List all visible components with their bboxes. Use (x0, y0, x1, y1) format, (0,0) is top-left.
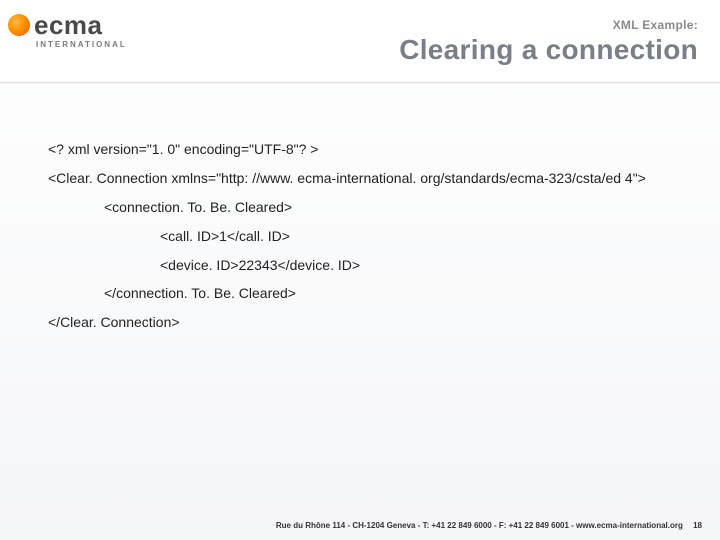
logo-text: ecma INTERNATIONAL (34, 12, 127, 49)
title-block: XML Example: Clearing a connection (399, 18, 698, 66)
slide-header: ecma INTERNATIONAL XML Example: Clearing… (0, 0, 720, 78)
slide-content: <? xml version="1. 0" encoding="UTF-8"? … (48, 140, 680, 342)
slide: ecma INTERNATIONAL XML Example: Clearing… (0, 0, 720, 540)
xml-line-4: <call. ID>1</call. ID> (48, 227, 680, 246)
slide-footer: Rue du Rhône 114 - CH-1204 Geneva - T: +… (0, 521, 720, 530)
logo: ecma INTERNATIONAL (8, 12, 127, 49)
logo-main: ecma (34, 12, 127, 38)
page-number: 18 (693, 521, 702, 530)
xml-line-3: <connection. To. Be. Cleared> (48, 198, 680, 217)
xml-line-2: <Clear. Connection xmlns="http: //www. e… (48, 169, 680, 188)
xml-line-5: <device. ID>22343</device. ID> (48, 256, 680, 275)
slide-title: Clearing a connection (399, 34, 698, 66)
logo-sub: INTERNATIONAL (36, 40, 127, 49)
xml-line-6: </connection. To. Be. Cleared> (48, 284, 680, 303)
xml-line-7: </Clear. Connection> (48, 313, 680, 332)
header-rule (0, 82, 720, 84)
footer-text: Rue du Rhône 114 - CH-1204 Geneva - T: +… (276, 521, 683, 530)
xml-line-1: <? xml version="1. 0" encoding="UTF-8"? … (48, 140, 680, 159)
slide-subtitle: XML Example: (399, 18, 698, 32)
logo-dot-icon (8, 14, 30, 36)
